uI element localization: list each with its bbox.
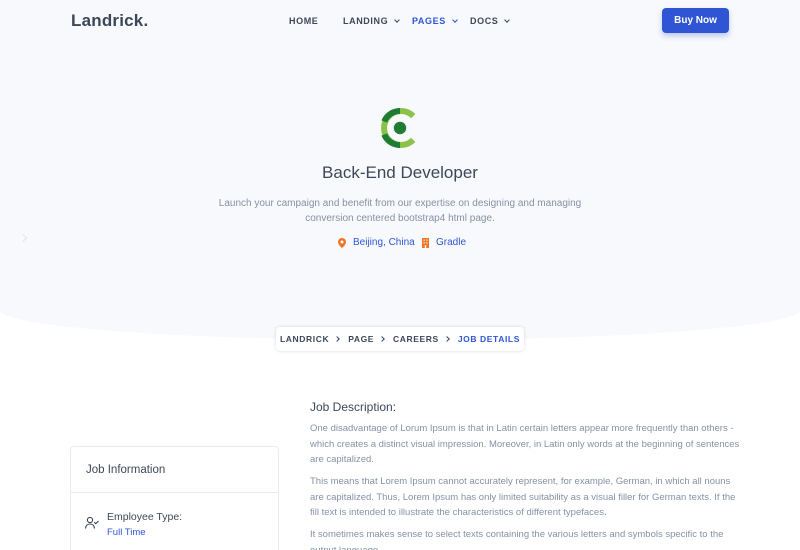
nav-docs[interactable]: DOCS — [470, 16, 511, 26]
nav-landing[interactable]: LANDING — [343, 16, 401, 26]
employee-type-value: Full Time — [107, 527, 146, 538]
employee-type-row: Employee Type: Full Time — [85, 511, 182, 538]
navbar: Landrick. HOME LANDING PAGES DOCS Buy No… — [0, 0, 800, 44]
chevron-down-icon — [394, 16, 401, 23]
nav-home[interactable]: HOME — [289, 16, 318, 26]
location-text: Beijing, China — [353, 237, 415, 248]
job-summary: Launch your campaign and benefit from ou… — [218, 198, 582, 224]
chevron-right-icon — [379, 336, 385, 342]
breadcrumb-job-details: JOB DETAILS — [457, 334, 520, 344]
building-icon — [422, 237, 429, 248]
brand-logo[interactable]: Landrick. — [71, 11, 148, 31]
chevron-down-icon — [452, 16, 458, 23]
description-paragraph: It sometimes makes sense to select texts… — [310, 529, 724, 550]
job-location[interactable]: Beijing, China — [338, 237, 415, 248]
nav-docs-label: DOCS — [470, 16, 499, 26]
description-paragraph: This means that Lorem Ipsum cannot accur… — [310, 476, 736, 518]
nav-landing-label: LANDING — [343, 16, 389, 26]
buy-now-button[interactable]: Buy Now — [662, 8, 729, 33]
breadcrumb-page[interactable]: PAGE — [348, 334, 374, 344]
nav-home-label: HOME — [289, 16, 319, 26]
chevron-right-icon[interactable] — [18, 233, 28, 243]
breadcrumb: LANDRICK PAGE CAREERS JOB DETAILS — [276, 327, 524, 351]
job-title: Back-End Developer — [322, 163, 478, 182]
job-info-heading: Job Information — [71, 447, 278, 493]
hero-section: Back-End Developer Launch your campaign … — [0, 0, 800, 340]
employee-type-label: Employee Type: — [107, 511, 183, 523]
job-description-heading: Job Description: — [310, 400, 397, 414]
chevron-right-icon — [443, 336, 450, 342]
company-logo — [381, 108, 416, 148]
nav-pages-label: PAGES — [412, 16, 446, 26]
description-paragraph: One disadvantage of Lorum Ipsum is that … — [310, 423, 740, 465]
chevron-right-icon — [334, 336, 341, 342]
job-company[interactable]: Gradle — [422, 237, 466, 248]
user-check-icon — [85, 516, 99, 529]
breadcrumb-careers[interactable]: CAREERS — [393, 334, 439, 344]
breadcrumb-landrick[interactable]: LANDRICK — [280, 334, 329, 344]
nav-pages[interactable]: PAGES — [412, 16, 458, 26]
job-info-card: Job Information Employee Type: Full Time — [70, 446, 279, 550]
chevron-down-icon — [504, 16, 511, 23]
company-text: Gradle — [436, 237, 467, 248]
map-pin-icon — [338, 237, 346, 248]
